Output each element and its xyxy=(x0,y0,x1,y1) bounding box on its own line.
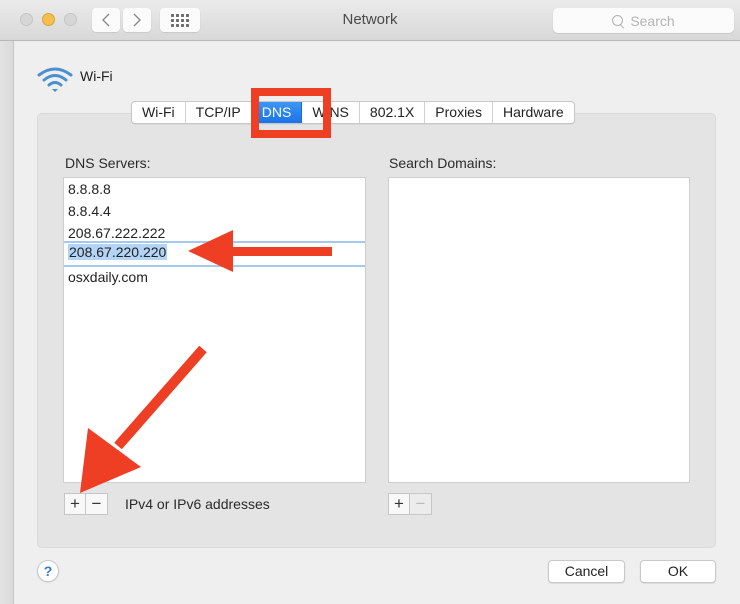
window-frame-edge xyxy=(0,41,14,604)
search-field[interactable]: Search xyxy=(553,8,734,33)
help-button[interactable]: ? xyxy=(37,560,59,582)
list-item[interactable]: osxdaily.com xyxy=(64,266,365,288)
title-bar: Network Search xyxy=(0,0,740,41)
dns-servers-label: DNS Servers: xyxy=(65,155,151,171)
remove-search-domain-button: − xyxy=(410,493,432,515)
search-domains-add-remove-group: + − xyxy=(388,493,432,515)
search-placeholder: Search xyxy=(630,12,675,29)
tab-8021x[interactable]: 802.1X xyxy=(360,102,426,123)
add-dns-server-button[interactable]: + xyxy=(64,493,86,515)
list-item[interactable]: 8.8.4.4 xyxy=(64,200,365,222)
remove-dns-server-button[interactable]: − xyxy=(86,493,108,515)
tab-hardware[interactable]: Hardware xyxy=(493,102,574,123)
dns-hint-text: IPv4 or IPv6 addresses xyxy=(125,496,270,512)
search-icon xyxy=(612,14,624,27)
tab-dns[interactable]: DNS xyxy=(251,102,303,123)
search-domains-list[interactable] xyxy=(388,177,690,483)
tab-bar: Wi-Fi TCP/IP DNS WINS 802.1X Proxies Har… xyxy=(131,101,575,124)
wifi-icon xyxy=(37,67,73,92)
list-item[interactable]: 8.8.8.8 xyxy=(64,178,365,200)
cancel-button[interactable]: Cancel xyxy=(548,560,625,583)
list-item-editing[interactable]: 208.67.220.220 xyxy=(64,241,365,267)
tab-proxies[interactable]: Proxies xyxy=(425,102,493,123)
dns-servers-list[interactable]: 8.8.8.8 8.8.4.4 208.67.222.222 208.67.22… xyxy=(63,177,366,483)
search-domains-label: Search Domains: xyxy=(389,155,497,171)
dns-server-edit-field[interactable]: 208.67.220.220 xyxy=(68,244,168,260)
ok-button[interactable]: OK xyxy=(640,560,716,583)
interface-name: Wi-Fi xyxy=(80,68,113,84)
dns-add-remove-group: + − xyxy=(64,493,108,515)
add-search-domain-button[interactable]: + xyxy=(388,493,410,515)
tab-wifi[interactable]: Wi-Fi xyxy=(132,102,186,123)
tab-wins[interactable]: WINS xyxy=(302,102,360,123)
tab-tcpip[interactable]: TCP/IP xyxy=(186,102,252,123)
